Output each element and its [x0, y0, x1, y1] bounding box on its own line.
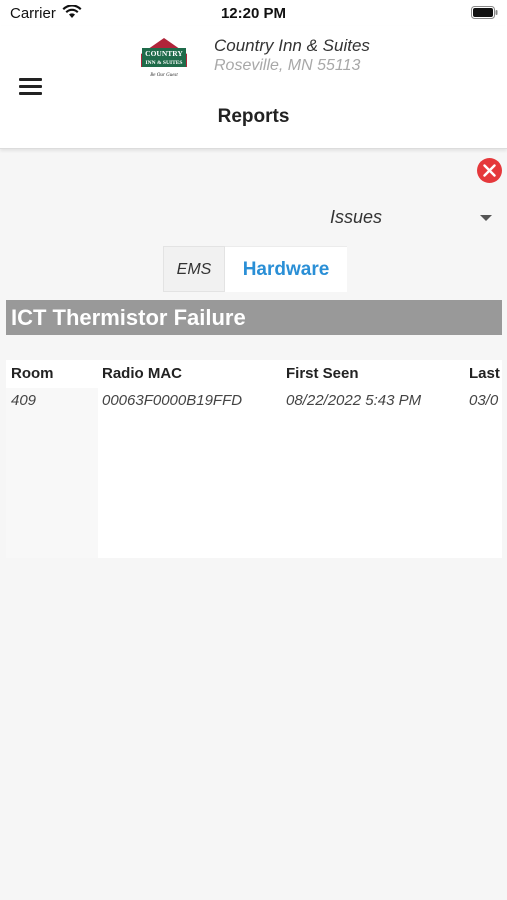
column-header-room: Room	[11, 365, 54, 382]
tab-ems[interactable]: EMS	[163, 246, 225, 292]
column-header-first-seen: First Seen	[286, 365, 359, 382]
tab-hardware[interactable]: Hardware	[225, 246, 347, 292]
battery-icon	[471, 6, 498, 19]
column-header-radio-mac: Radio MAC	[102, 365, 182, 382]
hotel-logo: COUNTRY INN & SUITES Be Our Guest	[141, 38, 187, 78]
close-icon[interactable]	[477, 158, 502, 183]
column-header-last: Last	[469, 365, 500, 382]
logo-text-top: COUNTRY	[145, 49, 183, 58]
app-header: COUNTRY INN & SUITES Be Our Guest Countr…	[0, 26, 507, 149]
clock: 12:20 PM	[220, 5, 287, 22]
hotel-address: Roseville, MN 55113	[214, 57, 361, 74]
status-bar: Carrier 12:20 PM	[0, 0, 507, 26]
cell-last: 03/0	[469, 392, 499, 409]
section-title: ICT Thermistor Failure	[6, 300, 502, 335]
logo-text-bottom: INN & SUITES	[146, 60, 183, 66]
cell-radio-mac: 00063F0000B19FFD	[102, 392, 243, 409]
logo-tagline: Be Our Guest	[150, 73, 178, 78]
report-type-dropdown[interactable]: Issues	[300, 203, 500, 233]
hotel-name: Country Inn & Suites	[214, 36, 370, 55]
room-column-background	[6, 388, 98, 558]
page-title: Reports	[217, 106, 290, 127]
report-type-value: Issues	[330, 207, 383, 227]
issues-table[interactable]: Room Radio MAC First Seen Last 409 00063…	[6, 360, 502, 558]
dropdown-caret-icon	[480, 215, 492, 221]
menu-icon[interactable]	[19, 76, 43, 96]
cell-room: 409	[11, 392, 37, 409]
cell-first-seen: 08/22/2022 5:43 PM	[286, 392, 422, 409]
